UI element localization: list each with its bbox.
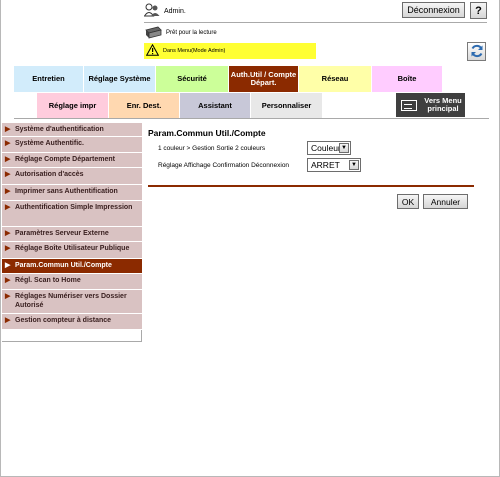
main-menu-button[interactable]: Vers Menu principal [396,93,465,117]
tab-personnaliser[interactable]: Personnaliser [251,93,323,119]
color-management-value: Couleur [311,143,341,153]
arrow-right-icon: ▶ [5,317,11,324]
chevron-down-icon: ▼ [339,143,349,153]
menu-icon [401,99,417,111]
arrow-right-icon: ▶ [5,277,11,284]
logout-button[interactable]: Déconnexion [402,2,465,18]
sidebar-item-systeme-authentification[interactable]: ▶ Système d'authentification [2,123,142,137]
arrow-right-icon: ▶ [5,230,11,237]
main-menu-label: Vers Menu principal [424,95,462,113]
sidebar-item-compteur-distance[interactable]: ▶ Gestion compteur à distance [2,314,142,330]
sidebar-item-numeriser-dossier[interactable]: ▶ Réglages Numériser vers Dossier Autori… [2,290,142,314]
sidebar-item-label: Régl. Scan to Home [15,277,81,284]
user-icon [143,3,160,19]
color-management-select[interactable]: Couleur ▼ [307,141,351,155]
tab-enr-dest[interactable]: Enr. Dest. [109,93,180,119]
tab-securite[interactable]: Sécurité [156,66,229,92]
sidebar-item-label: Autorisation d'accès [15,171,84,178]
arrow-right-icon: ▶ [5,262,11,269]
tab-entretien[interactable]: Entretien [14,66,84,92]
sidebar-item-parametres-serveur[interactable]: ▶ Paramètres Serveur Externe [2,227,142,242]
tab-reseau[interactable]: Réseau [299,66,372,92]
sidebar-item-imprimer-sans-auth[interactable]: ▶ Imprimer sans Authentification [2,185,142,201]
ok-button[interactable]: OK [397,194,419,209]
sidebar-item-label: Param.Commun Util./Compte [15,262,112,269]
status-indicator: Prêt pour la lecture [144,26,217,40]
tab-reglage-systeme[interactable]: Réglage Système [84,66,156,92]
admin-indicator: Admin. [143,2,186,20]
sidebar-item-label: Réglage Boîte Utilisateur Publique [15,245,130,252]
sidebar-item-boite-publique[interactable]: ▶ Réglage Boîte Utilisateur Publique [2,242,142,259]
sidebar-item-label: Gestion compteur à distance [15,317,112,324]
sidebar-item-label: Système Authentific. [15,140,84,147]
chevron-down-icon: ▼ [349,160,359,170]
arrow-right-icon: ▶ [5,293,11,300]
cancel-button[interactable]: Annuler [423,194,468,209]
mode-text: Dans Menu(Mode Admin) [163,48,226,54]
printer-icon [144,26,162,41]
arrow-right-icon: ▶ [5,156,11,163]
logout-confirmation-select[interactable]: ARRET ▼ [307,158,361,172]
arrow-right-icon: ▶ [5,126,11,133]
refresh-button[interactable] [467,42,486,61]
sidebar-item-systeme-authentific[interactable]: ▶ Système Authentific. [2,137,142,153]
color-management-label: 1 couleur > Gestion Sortie 2 couleurs [158,145,266,152]
sidebar-item-label: Paramètres Serveur Externe [15,230,109,237]
tab-assistant[interactable]: Assistant [180,93,251,119]
sidebar-item-label: Réglages Numériser vers Dossier Autorisé [15,293,127,309]
sidebar: ▶ Système d'authentification ▶ Système A… [2,123,142,342]
mode-bar: Dans Menu(Mode Admin) [144,43,316,59]
warning-icon [145,43,160,58]
sidebar-item-reglage-compte[interactable]: ▶ Réglage Compte Département [2,153,142,168]
arrow-right-icon: ▶ [5,171,11,178]
tab-auth-util-compte[interactable]: Auth.Util / Compte Départ. [229,66,299,92]
sidebar-item-param-commun[interactable]: ▶ Param.Commun Util./Compte [2,259,142,274]
arrow-right-icon: ▶ [5,245,11,252]
tab-reglage-impr[interactable]: Réglage impr [37,93,109,119]
sidebar-item-scan-to-home[interactable]: ▶ Régl. Scan to Home [2,274,142,290]
logout-confirmation-label: Réglage Affichage Confirmation Déconnexi… [158,162,290,169]
sidebar-item-label: Authentification Simple Impression [15,204,133,211]
sidebar-item-label: Réglage Compte Département [15,156,115,163]
arrow-right-icon: ▶ [5,204,11,211]
sidebar-item-autorisation-acces[interactable]: ▶ Autorisation d'accès [2,168,142,185]
header-divider [144,22,487,23]
sidebar-item-label: Imprimer sans Authentification [15,188,118,195]
sidebar-item-auth-simple-impression[interactable]: ▶ Authentification Simple Impression [2,201,142,227]
logout-confirmation-value: ARRET [311,160,340,170]
arrow-right-icon: ▶ [5,140,11,147]
tab-boite[interactable]: Boîte [372,66,443,92]
status-text: Prêt pour la lecture [166,30,217,36]
tab-divider [14,118,489,119]
sidebar-item-label: Système d'authentification [15,126,104,133]
admin-label: Admin. [164,7,186,15]
page-title: Param.Commun Util./Compte [148,128,266,138]
content-divider [148,185,474,187]
help-button[interactable]: ? [470,2,487,19]
refresh-icon [470,44,484,60]
arrow-right-icon: ▶ [5,188,11,195]
